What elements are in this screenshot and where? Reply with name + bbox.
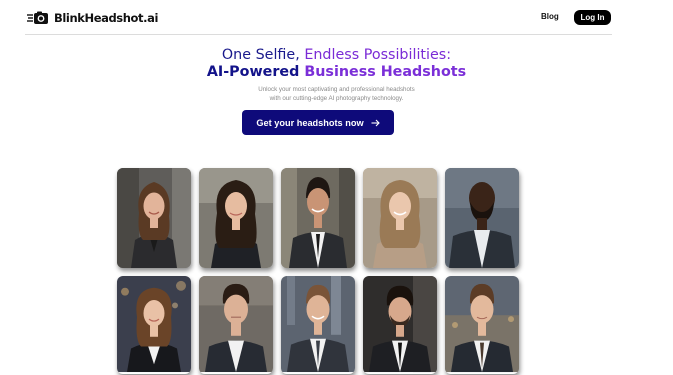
hero-title-line-1: One Selfie, Endless Possibilities: xyxy=(0,47,673,63)
hero-subtitle-line-2: with our cutting-edge AI photography tec… xyxy=(269,95,404,102)
arrow-right-icon xyxy=(371,119,380,127)
page: BlinkHeadshot.ai Blog Log In One Selfie,… xyxy=(0,0,673,375)
headshot-man-dark-hair-serious xyxy=(199,276,273,374)
hero-title-1b: Endless Possibilities: xyxy=(304,47,452,63)
camera-logo-icon xyxy=(27,11,49,25)
top-nav: BlinkHeadshot.ai Blog Log In xyxy=(25,0,612,35)
brand-logo-link[interactable]: BlinkHeadshot.ai xyxy=(27,9,158,27)
headshot-woman-brown-hair-night xyxy=(117,276,191,374)
hero-title-line-2: AI-Powered Business Headshots xyxy=(0,64,673,80)
get-headshots-button[interactable]: Get your headshots now xyxy=(242,110,394,135)
headshot-man-smiling-city xyxy=(281,168,355,268)
hero-title-2b: Business Headshots xyxy=(304,64,467,80)
headshot-man-bald-beard xyxy=(445,168,519,268)
headshot-gallery xyxy=(117,168,519,374)
headshot-man-short-hair-smiling xyxy=(281,276,355,374)
hero-subtitle-line-1: Unlock your most captivating and profess… xyxy=(258,86,415,93)
hero-title-1a: One Selfie, xyxy=(221,47,300,63)
headshot-woman-blonde-smiling xyxy=(363,168,437,268)
cta-label: Get your headshots now xyxy=(256,117,364,128)
hero-title-2a: AI-Powered xyxy=(206,64,300,80)
headshot-woman-long-dark-hair xyxy=(199,168,273,268)
headshot-woman-brown-hair-office xyxy=(117,168,191,268)
headshot-man-dark-hair-beard xyxy=(363,276,437,374)
blog-link[interactable]: Blog xyxy=(541,12,559,21)
headshot-man-young-suit xyxy=(445,276,519,374)
login-button[interactable]: Log In xyxy=(574,10,611,25)
brand-name: BlinkHeadshot.ai xyxy=(54,11,159,25)
